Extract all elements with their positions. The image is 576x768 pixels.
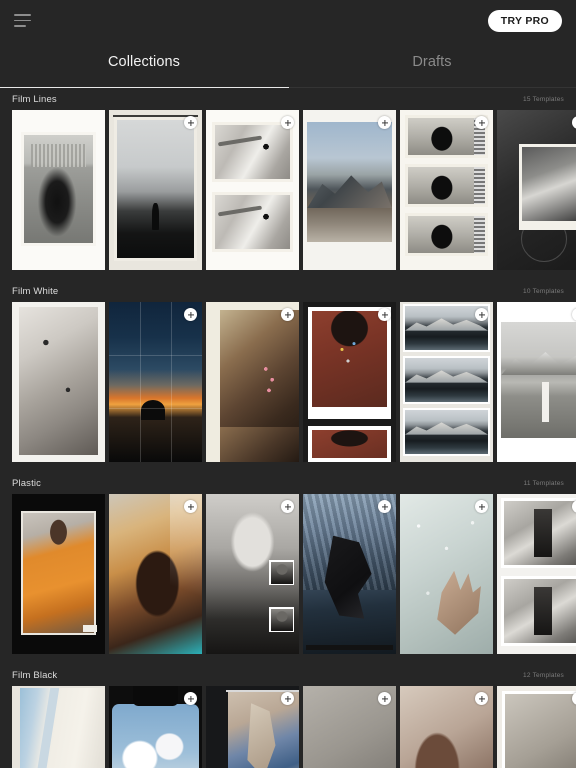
- template-thumbnail: [400, 110, 493, 270]
- top-bar: TRY PRO: [0, 0, 576, 41]
- plastic-template-1[interactable]: [12, 494, 105, 654]
- try-pro-button[interactable]: TRY PRO: [488, 10, 562, 32]
- tab-drafts[interactable]: Drafts: [288, 41, 576, 88]
- template-thumbnail: [400, 302, 493, 462]
- section-film-white: Film White 10 Templates: [0, 280, 576, 472]
- tab-collections[interactable]: Collections: [0, 41, 288, 88]
- template-thumbnail: [206, 494, 299, 654]
- tab-drafts-label: Drafts: [412, 54, 451, 70]
- template-thumbnail: [400, 494, 493, 654]
- add-template-button[interactable]: [281, 692, 294, 705]
- section-header-plastic: Plastic 11 Templates: [0, 472, 576, 494]
- film-white-template-5[interactable]: [400, 302, 493, 462]
- section-header-film-white: Film White 10 Templates: [0, 280, 576, 302]
- section-template-count: 11 Templates: [524, 480, 564, 487]
- film-black-template-2[interactable]: [109, 686, 202, 768]
- section-header-film-lines: Film Lines 15 Templates: [0, 88, 576, 110]
- section-title: Film White: [12, 286, 58, 297]
- template-thumbnail: [109, 302, 202, 462]
- plastic-template-6[interactable]: [497, 494, 576, 654]
- app-root: TRY PRO Collections Drafts Film Lines 15…: [0, 0, 576, 768]
- film-lines-template-5[interactable]: [400, 110, 493, 270]
- film-white-template-1[interactable]: [12, 302, 105, 462]
- hamburger-line-2: [14, 20, 31, 22]
- section-film-black: Film Black 12 Templates: [0, 664, 576, 768]
- film-lines-template-4[interactable]: [303, 110, 396, 270]
- add-template-button[interactable]: [475, 692, 488, 705]
- add-template-button[interactable]: [281, 116, 294, 129]
- add-template-button[interactable]: [475, 116, 488, 129]
- film-white-template-2[interactable]: [109, 302, 202, 462]
- template-row-plastic[interactable]: [0, 494, 576, 664]
- hamburger-line-3: [14, 25, 26, 27]
- add-template-button[interactable]: [184, 308, 197, 321]
- film-black-template-3[interactable]: [206, 686, 299, 768]
- add-template-button[interactable]: [281, 308, 294, 321]
- section-template-count: 15 Templates: [523, 96, 564, 103]
- section-template-count: 12 Templates: [523, 672, 564, 679]
- add-template-button[interactable]: [184, 500, 197, 513]
- plastic-template-2[interactable]: [109, 494, 202, 654]
- plastic-template-3[interactable]: [206, 494, 299, 654]
- add-template-button[interactable]: [475, 308, 488, 321]
- add-template-button[interactable]: [378, 692, 391, 705]
- template-thumbnail: [497, 494, 576, 654]
- template-thumbnail: [303, 494, 396, 654]
- template-thumbnail: [12, 494, 105, 654]
- add-template-button[interactable]: [281, 500, 294, 513]
- film-lines-template-2[interactable]: [109, 110, 202, 270]
- template-thumbnail: [12, 302, 105, 462]
- tab-collections-label: Collections: [108, 54, 180, 70]
- film-white-template-3[interactable]: [206, 302, 299, 462]
- template-thumbnail: [303, 302, 396, 462]
- add-template-button[interactable]: [475, 500, 488, 513]
- add-template-button[interactable]: [378, 308, 391, 321]
- template-thumbnail: [109, 494, 202, 654]
- add-template-button[interactable]: [184, 116, 197, 129]
- template-thumbnail: [206, 302, 299, 462]
- add-template-button[interactable]: [184, 692, 197, 705]
- template-thumbnail: [12, 686, 105, 768]
- section-template-count: 10 Templates: [523, 288, 564, 295]
- section-title: Film Lines: [12, 94, 57, 105]
- hamburger-menu-icon[interactable]: [14, 12, 36, 30]
- film-lines-template-3[interactable]: [206, 110, 299, 270]
- film-white-template-6[interactable]: [497, 302, 576, 462]
- hamburger-line-1: [14, 14, 31, 16]
- template-row-film-white[interactable]: [0, 302, 576, 472]
- add-template-button[interactable]: [378, 500, 391, 513]
- collections-scroll-area[interactable]: Film Lines 15 Templates: [0, 88, 576, 768]
- add-template-button[interactable]: [378, 116, 391, 129]
- film-black-template-6[interactable]: [497, 686, 576, 768]
- plastic-template-4[interactable]: [303, 494, 396, 654]
- film-lines-template-6[interactable]: [497, 110, 576, 270]
- film-black-template-1[interactable]: [12, 686, 105, 768]
- film-black-template-4[interactable]: [303, 686, 396, 768]
- template-thumbnail: [497, 302, 576, 462]
- template-thumbnail: [206, 110, 299, 270]
- template-thumbnail: [497, 686, 576, 768]
- film-white-template-4[interactable]: [303, 302, 396, 462]
- section-film-lines: Film Lines 15 Templates: [0, 88, 576, 280]
- template-row-film-black[interactable]: [0, 686, 576, 768]
- template-thumbnail: [12, 110, 105, 270]
- template-thumbnail: [497, 110, 576, 270]
- section-title: Film Black: [12, 670, 57, 681]
- film-lines-template-1[interactable]: [12, 110, 105, 270]
- tab-bar: Collections Drafts: [0, 41, 576, 88]
- template-thumbnail: [303, 110, 396, 270]
- section-title: Plastic: [12, 478, 41, 489]
- section-plastic: Plastic 11 Templates: [0, 472, 576, 664]
- section-header-film-black: Film Black 12 Templates: [0, 664, 576, 686]
- film-black-template-5[interactable]: [400, 686, 493, 768]
- plastic-template-5[interactable]: [400, 494, 493, 654]
- template-row-film-lines[interactable]: [0, 110, 576, 280]
- template-thumbnail: [109, 110, 202, 270]
